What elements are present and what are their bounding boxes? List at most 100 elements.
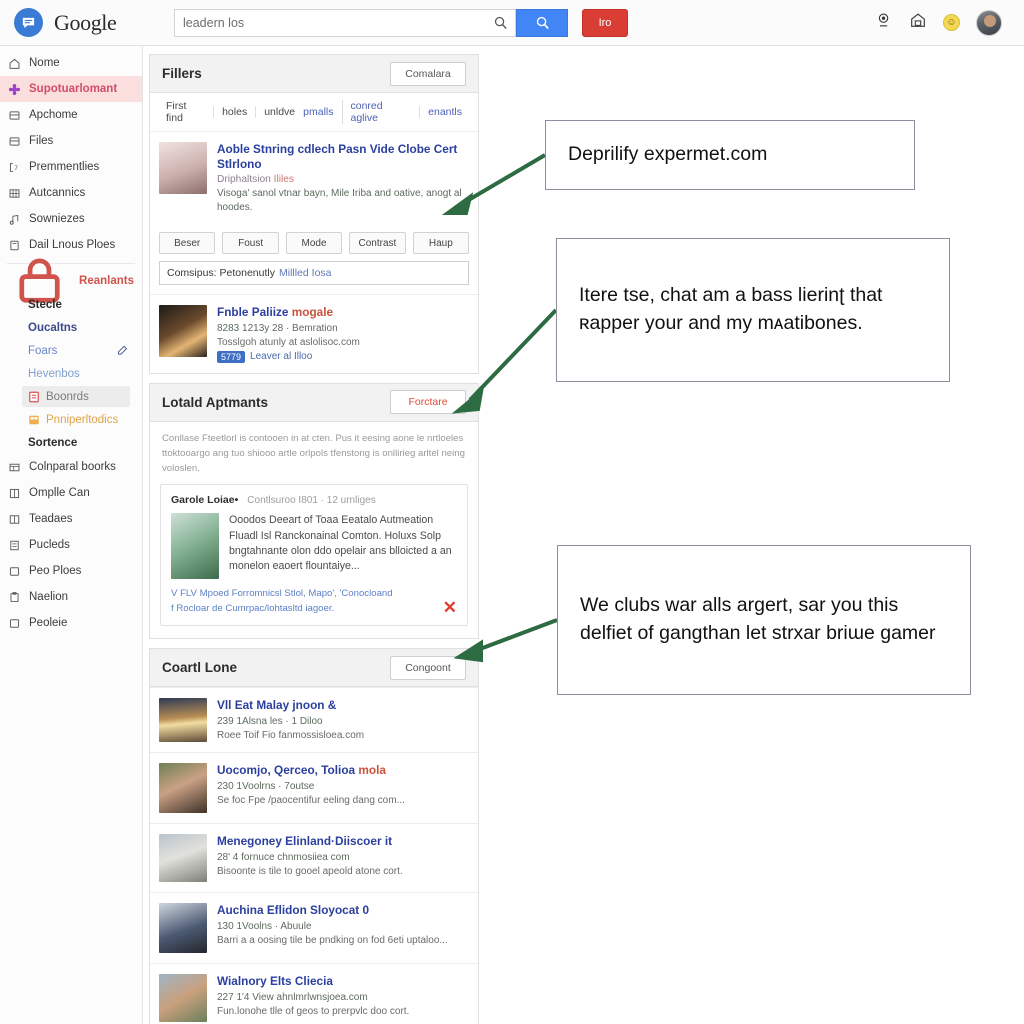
chip-label[interactable]: Leaver al Illoo (250, 351, 312, 362)
list-item[interactable]: Uocomjo, Qerceo, Tolioa mola 230 1Voolrn… (150, 752, 478, 824)
sidebar-subitem-label: Hevenbos (28, 367, 80, 380)
panel-lotald-aptmants: Lotald Aptmants Forctare Conllase Fteetl… (149, 382, 479, 640)
sidebar-subitem-sortence[interactable]: Sortence (0, 431, 142, 454)
congoont-button[interactable]: Congoont (390, 655, 466, 680)
sidebar-subitem-label: Stecle (28, 298, 62, 311)
result-title[interactable]: Fnble Paliize mogale (217, 305, 469, 320)
list-item-title[interactable]: Uocomjo, Qerceo, Tolioa mola (217, 763, 469, 778)
list-item-title[interactable]: Vll Eat Malay jnoon & (217, 698, 469, 713)
close-x-icon[interactable]: ✕ (443, 599, 457, 616)
result-item[interactable]: Fnble Paliize mogale 8283 1213y 28 · Bem… (150, 294, 478, 373)
person-search-icon[interactable] (875, 11, 893, 34)
search-button[interactable] (516, 8, 568, 37)
section-title: Coartl Lone (162, 660, 238, 676)
sidebar-item-premmentlies[interactable]: 7 Premmentlies (0, 154, 142, 180)
list-thumbnail (159, 763, 207, 814)
chat-bubble-icon (14, 8, 43, 37)
sidebar-item-colnparal-boorks[interactable]: Colnparal boorks (0, 454, 142, 480)
brand-logo[interactable]: Google (14, 8, 164, 37)
sidebar-subitem-oucaltns[interactable]: Oucaltns (0, 316, 142, 339)
list-item-title[interactable]: Auchina Eflidon Sloyocat 0 (217, 903, 469, 918)
smiley-emoji-icon[interactable]: ☺ (943, 14, 960, 31)
sidebar-subitem-stecle[interactable]: Stecle (0, 293, 142, 316)
sidebar-subitem-foars[interactable]: Foars (0, 339, 142, 362)
sidebar-item-naelion[interactable]: Naelion (0, 584, 142, 610)
sidebar-item-label: Colnparal boorks (29, 461, 116, 473)
author-name: Garole Loiae• (171, 494, 239, 507)
comalara-button[interactable]: Comalara (390, 61, 466, 86)
sidebar-item-files[interactable]: Files (0, 128, 142, 154)
user-avatar[interactable] (976, 9, 1002, 36)
count-badge: 5779 (217, 350, 246, 363)
list-item[interactable]: Vll Eat Malay jnoon & 239 1Alsna les · 1… (150, 687, 478, 753)
nested-links[interactable]: V FLV Mpoed Forromnicsl Stlol, Mapo', 'C… (171, 587, 457, 616)
star-flower-icon (8, 83, 21, 95)
list-item-title-text: Uocomjo, Qerceo, Tolioa (217, 763, 356, 778)
result-item[interactable]: Aoble Stnring cdlech Pasn Vide Clobe Cer… (150, 131, 478, 225)
sidebar-item-supotuarlomant[interactable]: Supotuarlomant (0, 76, 142, 102)
search-input[interactable] (183, 15, 507, 30)
list-item-url: Roee Toif Fio fanmossisloea.com (217, 729, 365, 741)
sidebar-section-reanlants[interactable]: Reanlants (0, 258, 142, 304)
sidebar-item-sowniezes[interactable]: Sowniezes (0, 206, 142, 232)
search-icon (536, 16, 549, 30)
foust-button[interactable]: Foust (222, 232, 279, 255)
home-icon (9, 58, 20, 69)
sidebar-item-label: Premmentlies (29, 161, 100, 173)
filter-tab[interactable]: unldve (255, 106, 303, 118)
list-item[interactable]: Wialnory Elts Cliecia 227 1'4 View ahnlm… (150, 963, 478, 1024)
list-item-title[interactable]: Wialnory Elts Cliecia (217, 974, 469, 989)
nested-text: Ooodos Deeart of Toaa Eeatalo Autmeation… (229, 514, 452, 573)
sidebar-subitem-label: Boonrds (46, 390, 89, 403)
list-item-meta: 130 1Voolns · Abuule (217, 921, 312, 933)
list-item-title-text: Auchina Eflidon Sloyocat (217, 903, 360, 918)
filter-tab[interactable]: First find (158, 100, 213, 124)
red-doc-icon (28, 391, 40, 403)
list-item-title-text: Menegoney Elinland·Diiscoer (217, 834, 382, 849)
mode-button[interactable]: Mode (285, 232, 343, 255)
sidebar-item-nome[interactable]: Nome (0, 50, 142, 76)
list-item-title[interactable]: Menegoney Elinland·Diiscoer it (217, 834, 469, 849)
filter-tab[interactable]: enantls (419, 106, 470, 118)
edit-pencil-icon[interactable] (117, 344, 142, 358)
sidebar-subitem-boonrds[interactable]: Boonrds (0, 385, 142, 408)
list-item[interactable]: Menegoney Elinland·Diiscoer it 28' 4 for… (150, 823, 478, 893)
window-icon (9, 136, 20, 146)
filter-tab[interactable]: conred aglive (341, 100, 420, 124)
book-icon (9, 488, 20, 498)
list-item[interactable]: Auchina Eflidon Sloyocat 0 130 1Voolns ·… (150, 892, 478, 964)
sidebar-item-omplle-can[interactable]: Omplle Can (0, 480, 142, 506)
inline-text-field[interactable]: Comsipus: Petonenutly Millled Iosa (159, 261, 469, 286)
filter-tab[interactable]: pmalls (303, 106, 341, 118)
result-title[interactable]: Aoble Stnring cdlech Pasn Vide Clobe Cer… (217, 142, 469, 172)
sidebar-item-apchome[interactable]: Apchome (0, 102, 142, 128)
primary-red-button[interactable]: Iro (582, 8, 628, 37)
layout-icon (9, 463, 20, 471)
beser-button[interactable]: Beser (159, 232, 216, 255)
contrast-button[interactable]: Contrast (349, 232, 406, 255)
list-item-meta: 239 1Alsna les · 1 Diloo (217, 716, 323, 728)
sidebar-item-peoleie[interactable]: Peoleie (0, 610, 142, 636)
sidebar-item-label: Pucleds (29, 539, 70, 551)
sidebar-item-autcannics[interactable]: Autcannics (0, 180, 142, 206)
sidebar-item-peo-ploes[interactable]: Peo Ploes (0, 558, 142, 584)
nested-result-card[interactable]: Garole Loiae• Contlsuroo I801 · 12 urnli… (160, 484, 468, 627)
home-gift-icon[interactable] (909, 11, 927, 34)
sidebar-subitem-pnniperltodics[interactable]: Pnniperltodics (0, 408, 142, 431)
window-icon (9, 110, 20, 120)
haup-button[interactable]: Haup (412, 232, 470, 255)
panel-coartl-lone: Coartl Lone Congoont Vll Eat Malay jnoon… (149, 648, 479, 1024)
sidebar-subitem-label: Oucaltns (28, 321, 78, 334)
result-subtitle: Driphaltsion Ililes (217, 174, 469, 185)
sidebar-subitem-hevenbos[interactable]: Hevenbos (0, 362, 142, 385)
sidebar-item-teadaes[interactable]: Teadaes (0, 506, 142, 532)
forctare-button[interactable]: Forctare (390, 390, 466, 415)
list-item-meta: 230 1Voolrns · 7outse (217, 781, 315, 793)
search-box[interactable] (174, 8, 516, 37)
sidebar-item-label: Apchome (29, 109, 78, 121)
sidebar-item-pucleds[interactable]: Pucleds (0, 532, 142, 558)
result-subtitle-highlight: Ililes (273, 174, 295, 186)
nested-card-header: Garole Loiae• Contlsuroo I801 · 12 urnli… (171, 494, 457, 506)
result-meta: 8283 1213y 28 · Bemration (217, 323, 338, 335)
filter-tab[interactable]: holes (213, 106, 255, 118)
